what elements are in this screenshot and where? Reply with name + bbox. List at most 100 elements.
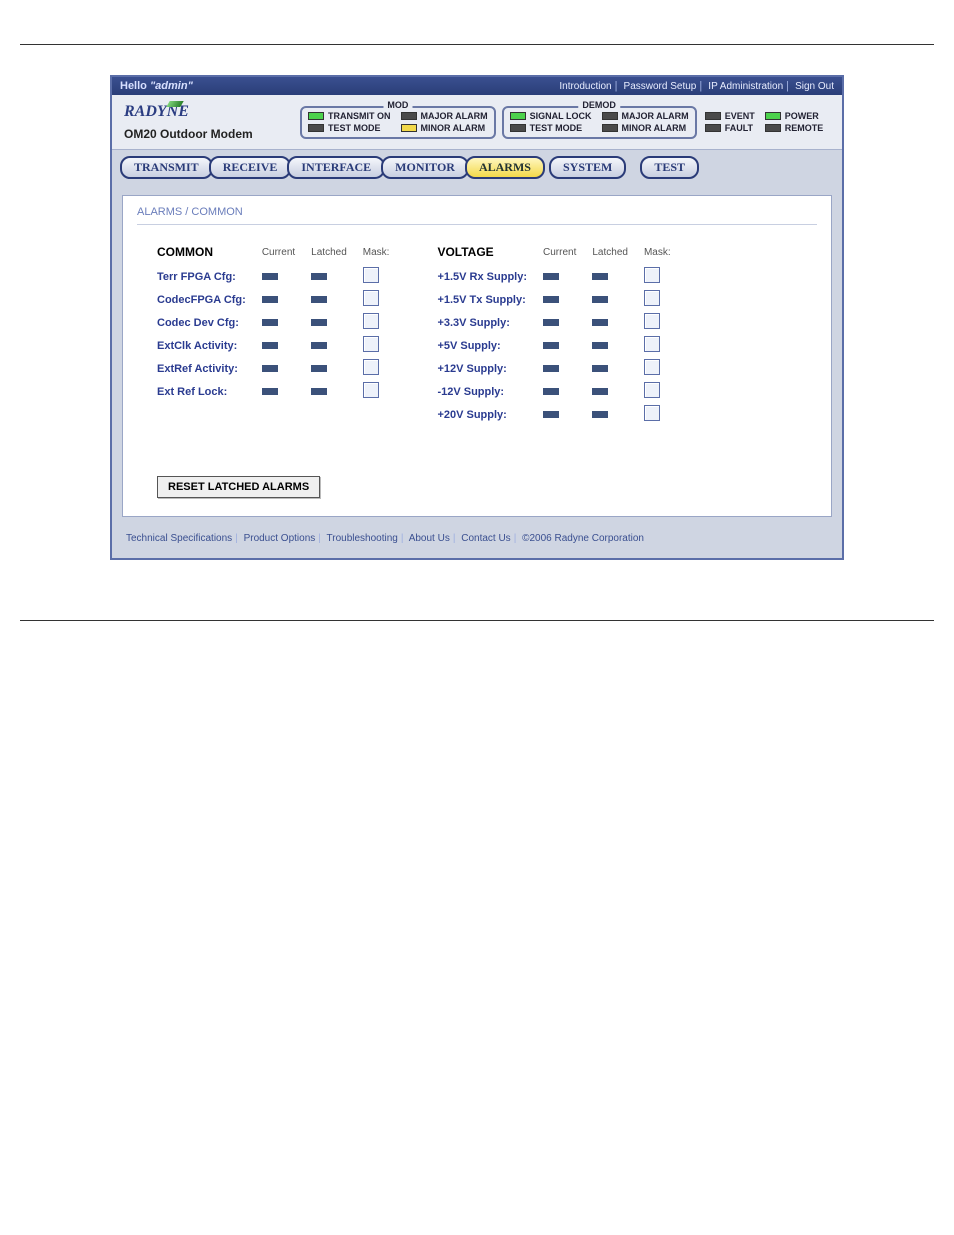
- latched-led-icon: [592, 296, 608, 303]
- tab-interface[interactable]: INTERFACE: [287, 156, 385, 179]
- greeting: Hello "admin": [120, 80, 193, 92]
- tab-receive[interactable]: RECEIVE: [209, 156, 292, 179]
- common-table: COMMONCurrentLatchedMask:Terr FPGA Cfg:C…: [157, 243, 397, 403]
- status-led-icon: [401, 112, 417, 120]
- latched-led-icon: [592, 319, 608, 326]
- mask-checkbox[interactable]: [363, 267, 379, 283]
- status-side-label: FAULT: [725, 123, 753, 133]
- mask-checkbox[interactable]: [644, 290, 660, 306]
- product-name: OM20 Outdoor Modem: [124, 127, 294, 141]
- mask-checkbox[interactable]: [363, 336, 379, 352]
- content-panel: ALARMS / COMMON COMMONCurrentLatchedMask…: [122, 195, 832, 517]
- status-side-item: REMOTE: [765, 123, 824, 133]
- mask-checkbox[interactable]: [363, 313, 379, 329]
- current-led-icon: [543, 342, 559, 349]
- nav-sign-out[interactable]: Sign Out: [795, 81, 834, 92]
- column-header: Mask:: [355, 243, 398, 265]
- mask-checkbox[interactable]: [644, 313, 660, 329]
- status-demod-title: DEMOD: [578, 100, 620, 110]
- nav-ip-administration[interactable]: IP Administration: [708, 81, 783, 92]
- alarm-label: ExtRef Activity:: [157, 357, 254, 380]
- reset-latched-alarms-button[interactable]: RESET LATCHED ALARMS: [157, 476, 320, 498]
- status-side-label: POWER: [785, 111, 819, 121]
- table-row: +3.3V Supply:: [437, 311, 678, 334]
- common-column: COMMONCurrentLatchedMask:Terr FPGA Cfg:C…: [157, 243, 397, 403]
- current-led-icon: [262, 342, 278, 349]
- status-demod-item: SIGNAL LOCK: [510, 111, 592, 121]
- brand-logo: RADYNE: [124, 103, 294, 121]
- table-row: +1.5V Tx Supply:: [437, 288, 678, 311]
- column-header: Latched: [303, 243, 355, 265]
- status-led-icon: [308, 112, 324, 120]
- column-header: Latched: [584, 243, 636, 265]
- mask-checkbox[interactable]: [644, 382, 660, 398]
- column-header: Mask:: [636, 243, 679, 265]
- mask-checkbox[interactable]: [363, 359, 379, 375]
- footer-links: Technical Specifications| Product Option…: [112, 527, 842, 558]
- status-demod-label: MINOR ALARM: [622, 123, 687, 133]
- status-demod-label: SIGNAL LOCK: [530, 111, 592, 121]
- status-mod-item: TRANSMIT ON: [308, 111, 391, 121]
- tab-row: TRANSMITRECEIVEINTERFACEMONITORALARMSSYS…: [112, 150, 842, 185]
- tab-system[interactable]: SYSTEM: [549, 156, 626, 179]
- status-demod-label: MAJOR ALARM: [622, 111, 689, 121]
- latched-led-icon: [311, 365, 327, 372]
- current-led-icon: [262, 365, 278, 372]
- mask-checkbox[interactable]: [363, 382, 379, 398]
- status-led-icon: [401, 124, 417, 132]
- table-row: ExtClk Activity:: [157, 334, 397, 357]
- status-demod-item: TEST MODE: [510, 123, 592, 133]
- mask-checkbox[interactable]: [644, 336, 660, 352]
- tab-monitor[interactable]: MONITOR: [381, 156, 469, 179]
- mask-checkbox[interactable]: [644, 405, 660, 421]
- status-demod-item: MINOR ALARM: [602, 123, 689, 133]
- status-mod-box: MOD TRANSMIT ONMAJOR ALARMTEST MODEMINOR…: [300, 106, 496, 139]
- footer-product-options[interactable]: Product Options: [244, 533, 316, 544]
- status-demod-box: DEMOD SIGNAL LOCKMAJOR ALARMTEST MODEMIN…: [502, 106, 697, 139]
- latched-led-icon: [311, 296, 327, 303]
- mask-checkbox[interactable]: [363, 290, 379, 306]
- nav-introduction[interactable]: Introduction: [559, 81, 611, 92]
- nav-password-setup[interactable]: Password Setup: [624, 81, 697, 92]
- status-led-icon: [705, 124, 721, 132]
- latched-led-icon: [311, 388, 327, 395]
- greeting-prefix: Hello: [120, 80, 147, 92]
- status-mod-item: TEST MODE: [308, 123, 391, 133]
- latched-led-icon: [592, 342, 608, 349]
- current-led-icon: [262, 273, 278, 280]
- greeting-user: "admin": [150, 80, 193, 92]
- current-led-icon: [262, 319, 278, 326]
- footer-tech-spec[interactable]: Technical Specifications: [126, 533, 232, 544]
- table-row: Terr FPGA Cfg:: [157, 265, 397, 288]
- latched-led-icon: [311, 342, 327, 349]
- mask-checkbox[interactable]: [644, 359, 660, 375]
- alarm-label: +1.5V Tx Supply:: [437, 288, 535, 311]
- section-title: ALARMS / COMMON: [137, 206, 817, 225]
- footer-troubleshooting[interactable]: Troubleshooting: [327, 533, 398, 544]
- status-led-icon: [765, 112, 781, 120]
- column-header: Current: [254, 243, 303, 265]
- status-mod-label: TEST MODE: [328, 123, 381, 133]
- status-demod-label: TEST MODE: [530, 123, 583, 133]
- tab-alarms[interactable]: ALARMS: [465, 156, 545, 179]
- alarm-label: +3.3V Supply:: [437, 311, 535, 334]
- status-demod-item: MAJOR ALARM: [602, 111, 689, 121]
- tab-test[interactable]: TEST: [640, 156, 699, 179]
- alarm-label: CodecFPGA Cfg:: [157, 288, 254, 311]
- status-led-icon: [602, 124, 618, 132]
- current-led-icon: [543, 319, 559, 326]
- footer-about-us[interactable]: About Us: [409, 533, 450, 544]
- mask-checkbox[interactable]: [644, 267, 660, 283]
- status-led-icon: [510, 112, 526, 120]
- current-led-icon: [543, 273, 559, 280]
- alarm-label: Terr FPGA Cfg:: [157, 265, 254, 288]
- table-row: +20V Supply:: [437, 403, 678, 426]
- footer-contact-us[interactable]: Contact Us: [461, 533, 510, 544]
- table-row: Codec Dev Cfg:: [157, 311, 397, 334]
- footer-copyright: ©2006 Radyne Corporation: [522, 533, 644, 544]
- current-led-icon: [543, 365, 559, 372]
- table-row: -12V Supply:: [437, 380, 678, 403]
- tab-transmit[interactable]: TRANSMIT: [120, 156, 213, 179]
- current-led-icon: [262, 296, 278, 303]
- latched-led-icon: [592, 273, 608, 280]
